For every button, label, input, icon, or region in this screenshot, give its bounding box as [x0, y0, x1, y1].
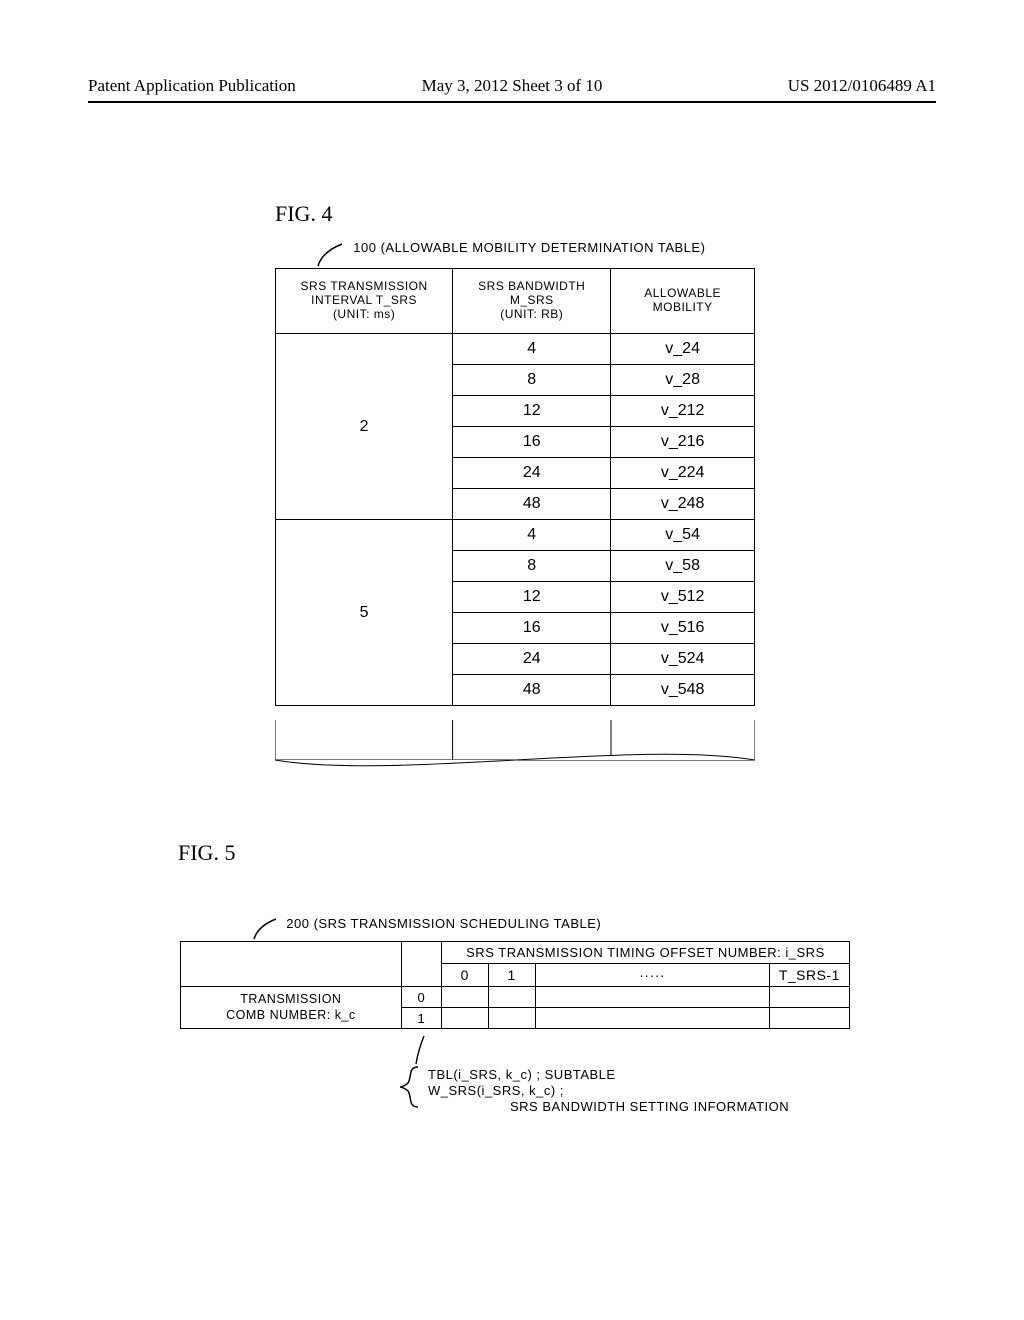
mobility-cell: v_516 [611, 613, 755, 644]
table-row: 54v_54 [276, 520, 755, 551]
cell-0-1 [488, 987, 535, 1008]
cell-0-dots [535, 987, 769, 1008]
cell-1-last [769, 1008, 849, 1029]
table-torn-edge-icon [275, 720, 755, 780]
srs-scheduling-table: SRS TRANSMISSION TIMING OFFSET NUMBER: i… [180, 941, 850, 1029]
cell-1-0 [441, 1008, 488, 1029]
figure-4-label: FIG. 4 [275, 201, 332, 227]
cell-1-1 [488, 1008, 535, 1029]
figure-4-table-caption: 100 (ALLOWABLE MOBILITY DETERMINATION TA… [345, 225, 705, 255]
col-header-bandwidth: SRS BANDWIDTH M_SRS (UNIT: RB) [453, 269, 611, 334]
col-header-0: 0 [441, 964, 488, 987]
col-header-dots: ····· [535, 964, 769, 987]
figure-5-label: FIG. 5 [178, 840, 235, 866]
cell-1-dots [535, 1008, 769, 1029]
fig5-leader-line-icon [252, 917, 280, 941]
interval-cell: 5 [276, 520, 453, 706]
mobility-cell: v_248 [611, 489, 755, 520]
bandwidth-cell: 8 [453, 551, 611, 582]
mobility-cell: v_24 [611, 334, 755, 365]
fig4-table-title: (ALLOWABLE MOBILITY DETERMINATION TABLE) [381, 240, 706, 255]
annotation-line-2: W_SRS(i_SRS, k_c) ; [428, 1083, 564, 1098]
row-header-1: 1 [401, 1008, 441, 1029]
fig4-ref-number: 100 [353, 240, 376, 255]
mobility-cell: v_54 [611, 520, 755, 551]
annotation-line-3: SRS BANDWIDTH SETTING INFORMATION [510, 1099, 789, 1114]
bandwidth-cell: 16 [453, 613, 611, 644]
bandwidth-cell: 8 [453, 365, 611, 396]
bandwidth-cell: 16 [453, 427, 611, 458]
header-rule [88, 101, 936, 103]
figure-5-table-caption: 200 (SRS TRANSMISSION SCHEDULING TABLE) [278, 901, 601, 931]
bandwidth-cell: 4 [453, 334, 611, 365]
col-header-1: 1 [488, 964, 535, 987]
fig4-leader-line-icon [316, 242, 346, 268]
mobility-cell: v_216 [611, 427, 755, 458]
bandwidth-cell: 24 [453, 644, 611, 675]
bandwidth-cell: 4 [453, 520, 611, 551]
bandwidth-cell: 12 [453, 582, 611, 613]
annotation-line-1: TBL(i_SRS, k_c) ; SUBTABLE [428, 1067, 616, 1082]
fig5-annotation: TBL(i_SRS, k_c) ; SUBTABLE W_SRS(i_SRS, … [398, 1063, 828, 1133]
mobility-cell: v_58 [611, 551, 755, 582]
annotation-leader-line-icon [414, 1036, 434, 1066]
bandwidth-cell: 24 [453, 458, 611, 489]
allowable-mobility-table: SRS TRANSMISSION INTERVAL T_SRS (UNIT: m… [275, 268, 755, 706]
row-header-0: 0 [401, 987, 441, 1008]
interval-cell: 2 [276, 334, 453, 520]
col-group-header: SRS TRANSMISSION TIMING OFFSET NUMBER: i… [441, 942, 849, 964]
fig5-ref-number: 200 [286, 916, 309, 931]
col-header-mobility: ALLOWABLE MOBILITY [611, 269, 755, 334]
bandwidth-cell: 12 [453, 396, 611, 427]
bandwidth-cell: 48 [453, 489, 611, 520]
cell-0-0 [441, 987, 488, 1008]
mobility-cell: v_224 [611, 458, 755, 489]
mobility-cell: v_28 [611, 365, 755, 396]
col-header-last: T_SRS-1 [769, 964, 849, 987]
mobility-cell: v_524 [611, 644, 755, 675]
col-header-interval: SRS TRANSMISSION INTERVAL T_SRS (UNIT: m… [276, 269, 453, 334]
cell-0-last [769, 987, 849, 1008]
row-group-header: TRANSMISSION COMB NUMBER: k_c [181, 987, 402, 1029]
table-row: 24v_24 [276, 334, 755, 365]
bandwidth-cell: 48 [453, 675, 611, 706]
fig5-table-title: (SRS TRANSMISSION SCHEDULING TABLE) [314, 916, 602, 931]
mobility-cell: v_548 [611, 675, 755, 706]
mobility-cell: v_512 [611, 582, 755, 613]
mobility-cell: v_212 [611, 396, 755, 427]
header-right: US 2012/0106489 A1 [788, 76, 936, 96]
curly-brace-icon [398, 1065, 422, 1109]
